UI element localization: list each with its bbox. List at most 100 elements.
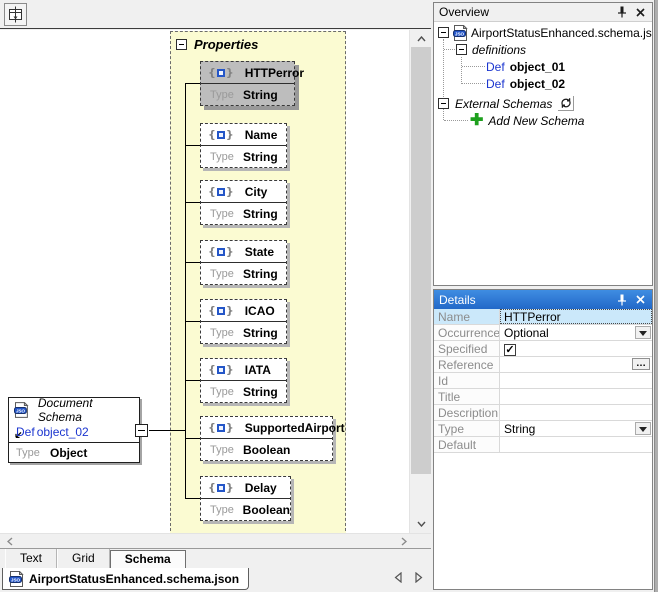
close-icon[interactable] xyxy=(634,293,647,306)
property-box-icao[interactable]: {}ICAO TypeString xyxy=(200,299,287,344)
connector-stub xyxy=(185,380,200,381)
tree-item-definitions[interactable]: definitions xyxy=(456,41,526,58)
tab-text[interactable]: Text xyxy=(5,549,57,568)
pin-icon[interactable] xyxy=(615,6,628,19)
default-field[interactable] xyxy=(500,437,652,452)
details-row-title[interactable]: Title xyxy=(434,389,652,405)
property-box-name[interactable]: {}Name TypeString xyxy=(200,123,287,168)
dropdown-arrow-icon[interactable] xyxy=(635,422,651,435)
tree-connector xyxy=(444,120,468,121)
dropdown-arrow-icon[interactable] xyxy=(635,326,651,339)
details-panel: Details Name HTTPerror Occurrence xyxy=(433,289,653,590)
collapse-toggle[interactable] xyxy=(456,44,467,55)
document-schema-title: Document Schema xyxy=(38,396,139,424)
id-field[interactable] xyxy=(500,373,652,388)
type-select[interactable]: String xyxy=(500,421,652,436)
definitions-label: definitions xyxy=(472,43,526,57)
canvas-horizontal-scrollbar[interactable] xyxy=(0,533,431,548)
tree-connector xyxy=(462,83,485,84)
reference-field[interactable]: … xyxy=(500,357,652,372)
tree-item-object-02[interactable]: Def object_02 xyxy=(486,75,565,92)
scroll-right-arrow[interactable] xyxy=(396,534,412,548)
scroll-left-arrow[interactable] xyxy=(2,534,18,548)
occurrence-select[interactable]: Optional xyxy=(500,325,652,340)
svg-text:JSO: JSO xyxy=(455,31,465,36)
property-box-city[interactable]: {}City TypeString xyxy=(200,180,287,225)
title-field[interactable] xyxy=(500,389,652,404)
schema-settings-button[interactable] xyxy=(4,3,27,26)
details-row-type[interactable]: Type String xyxy=(434,421,652,437)
details-row-default[interactable]: Default xyxy=(434,437,652,453)
json-property-icon: {} xyxy=(208,304,234,317)
details-row-id[interactable]: Id xyxy=(434,373,652,389)
side-panels: Overview xyxy=(432,0,654,592)
connector-stub xyxy=(185,321,200,322)
overview-title-bar[interactable]: Overview xyxy=(434,3,652,22)
tree-connector xyxy=(461,57,462,84)
json-property-icon: {} xyxy=(208,421,234,434)
property-box-delay[interactable]: {}Delay TypeBoolean xyxy=(200,476,291,521)
scroll-down-arrow[interactable] xyxy=(411,516,431,532)
svg-text:JSO: JSO xyxy=(16,408,26,413)
refresh-schemas-icon[interactable] xyxy=(558,96,574,111)
connector-stub xyxy=(185,498,200,499)
property-box-state[interactable]: {}State TypeString xyxy=(200,240,287,285)
tab-schema[interactable]: Schema xyxy=(110,550,186,568)
details-row-reference[interactable]: Reference … xyxy=(434,357,652,373)
property-box-httperror[interactable]: {}HTTPerror TypeString xyxy=(200,61,295,106)
canvas-vertical-scrollbar[interactable] xyxy=(409,30,431,533)
view-tab-bar: Text Grid Schema xyxy=(0,548,431,568)
collapse-toggle[interactable] xyxy=(438,27,449,38)
object-02-label: object_02 xyxy=(510,77,565,91)
details-row-name[interactable]: Name HTTPerror xyxy=(434,309,652,325)
pin-icon[interactable] xyxy=(615,293,628,306)
vertical-scroll-thumb[interactable] xyxy=(411,47,431,474)
json-property-icon: {} xyxy=(208,481,234,494)
overview-tree: JSO AirportStatusEnhanced.schema.json de… xyxy=(434,22,652,284)
document-schema-link-line xyxy=(149,430,185,431)
details-row-description[interactable]: Description xyxy=(434,405,652,421)
scroll-up-arrow[interactable] xyxy=(411,31,431,47)
next-file-arrow[interactable] xyxy=(415,572,423,583)
prev-file-arrow[interactable] xyxy=(394,572,402,583)
file-tab-label: AirportStatusEnhanced.schema.json xyxy=(29,572,239,586)
document-schema-box[interactable]: JSO Document Schema Def object_02 Type O… xyxy=(8,397,140,463)
json-property-icon: {} xyxy=(208,128,234,141)
specified-checkbox[interactable]: ✓ xyxy=(504,344,516,356)
design-toolbar xyxy=(0,0,431,29)
details-row-occurrence[interactable]: Occurrence Optional xyxy=(434,325,652,341)
close-icon[interactable] xyxy=(634,6,647,19)
tree-root-label: AirportStatusEnhanced.schema.json xyxy=(471,26,652,40)
description-field[interactable] xyxy=(500,405,652,420)
property-box-supportedairport[interactable]: {}SupportedAirport TypeBoolean xyxy=(200,416,333,461)
document-schema-collapse-toggle[interactable] xyxy=(135,424,148,437)
json-schema-file-icon: JSO xyxy=(14,402,29,418)
tree-item-external-schemas[interactable]: External Schemas xyxy=(438,95,574,112)
file-tab-bar: JSO AirportStatusEnhanced.schema.json xyxy=(0,568,431,592)
tree-item-add-new-schema[interactable]: ✚ Add New Schema xyxy=(470,112,584,129)
specified-cell: ✓ xyxy=(500,341,652,356)
collapse-toggle[interactable] xyxy=(438,98,449,109)
collapse-properties-toggle[interactable] xyxy=(176,39,187,50)
details-row-specified[interactable]: Specified ✓ xyxy=(434,341,652,357)
def-prefix: Def xyxy=(486,77,505,91)
def-prefix: Def xyxy=(486,60,505,74)
property-box-iata[interactable]: {}IATA TypeString xyxy=(200,358,287,403)
file-tab-airportstatus[interactable]: JSO AirportStatusEnhanced.schema.json xyxy=(2,568,249,590)
browse-button[interactable]: … xyxy=(632,358,650,370)
tree-item-object-01[interactable]: Def object_01 xyxy=(486,58,565,75)
tab-grid[interactable]: Grid xyxy=(57,549,110,568)
def-label: Def xyxy=(16,425,35,439)
name-field[interactable]: HTTPerror xyxy=(500,309,652,324)
json-property-icon: {} xyxy=(208,245,234,258)
tree-item-schema-file[interactable]: JSO AirportStatusEnhanced.schema.json xyxy=(438,24,652,41)
window-edge xyxy=(654,0,658,592)
json-property-icon: {} xyxy=(208,185,234,198)
object-01-label: object_01 xyxy=(510,60,565,74)
details-grid: Name HTTPerror Occurrence Optional Speci… xyxy=(434,309,652,453)
details-title-bar[interactable]: Details xyxy=(434,290,652,309)
connector-stub xyxy=(185,262,200,263)
json-schema-file-icon: JSO xyxy=(9,571,24,587)
add-new-schema-label: Add New Schema xyxy=(488,114,584,128)
schema-diagram-canvas[interactable]: Properties {}HTTPerror TypeString {}Name… xyxy=(0,30,431,533)
